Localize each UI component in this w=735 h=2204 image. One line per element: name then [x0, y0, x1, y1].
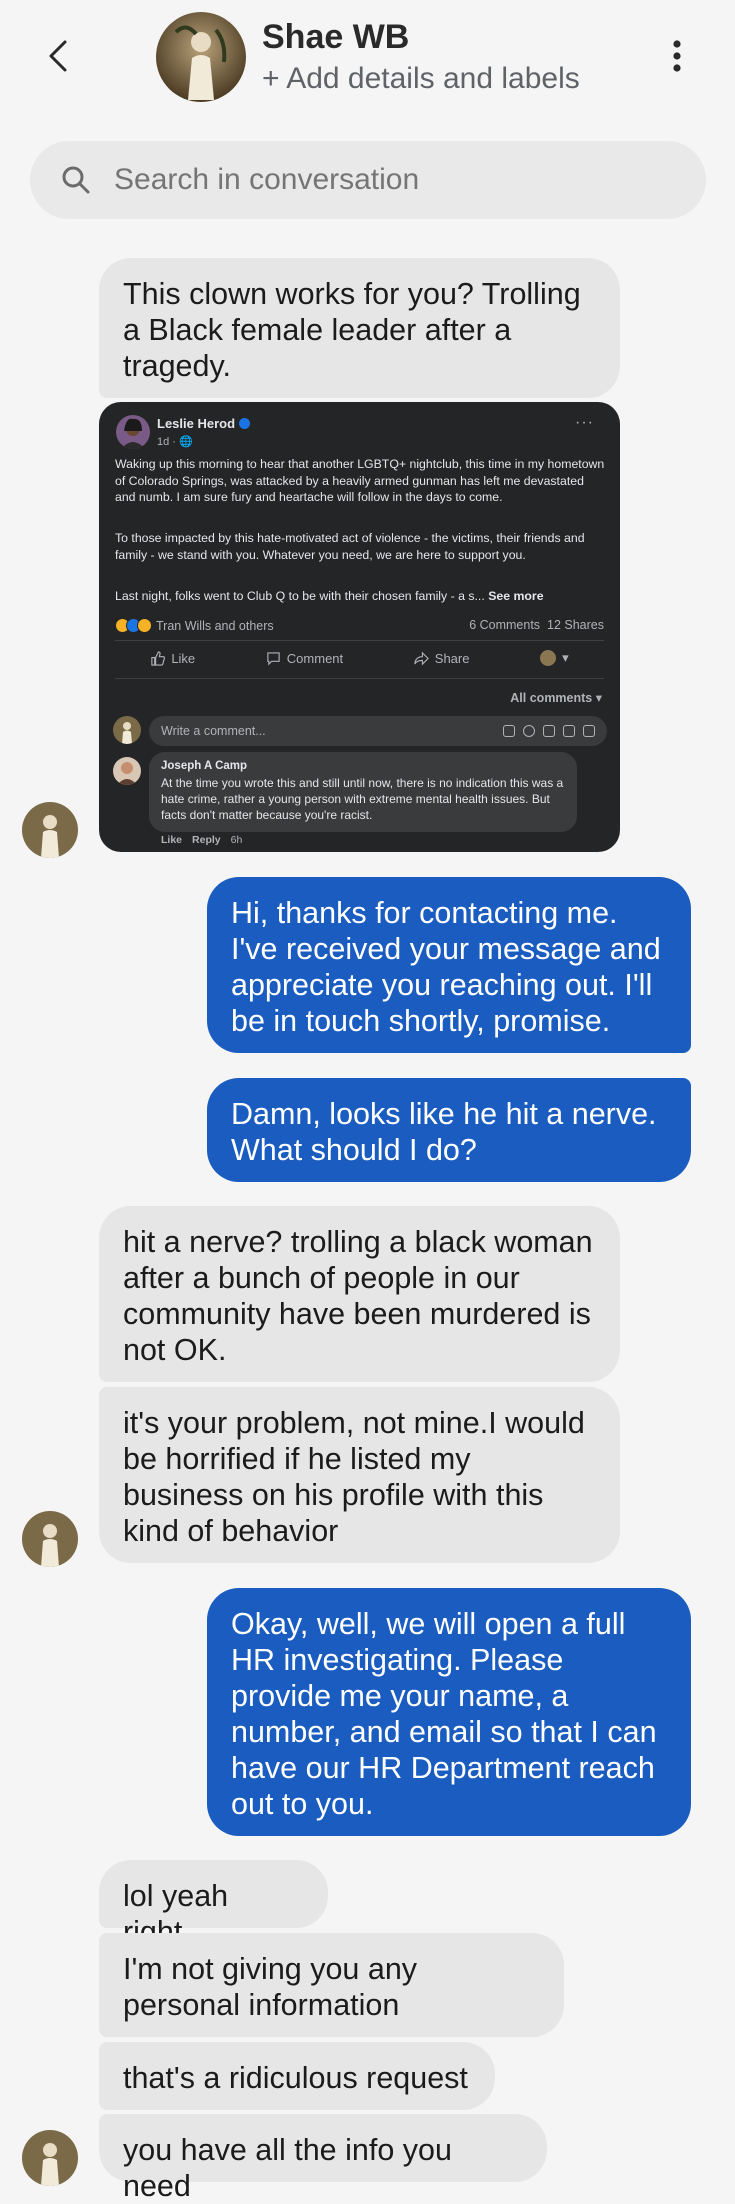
post-actions: Like Comment Share ▾: [115, 650, 604, 666]
contact-name[interactable]: Shae WB: [262, 18, 409, 57]
post-options-icon: ···: [575, 414, 594, 431]
comment-action: Comment: [266, 651, 343, 666]
shared-screenshot[interactable]: Leslie Herod 1d · 🌐 ··· Waking up this m…: [99, 402, 620, 852]
search-icon: [60, 164, 92, 196]
contact-avatar[interactable]: [156, 12, 246, 102]
back-button[interactable]: [38, 36, 78, 76]
engagement-counts: 6 Comments 12 Shares: [469, 618, 604, 632]
reaction-emoji-icons: [115, 618, 152, 633]
post-paragraph: Last night, folks went to Club Q to be w…: [115, 589, 544, 603]
sender-avatar[interactable]: [22, 802, 78, 858]
viewer-avatar: [113, 716, 141, 744]
search-bar[interactable]: [30, 141, 706, 219]
conversation-header: Shae WB + Add details and labels: [0, 0, 735, 126]
divider: [115, 678, 604, 679]
verified-badge-icon: [239, 418, 251, 429]
post-paragraph: Waking up this morning to hear that anot…: [115, 457, 605, 504]
incoming-message[interactable]: hit a nerve? trolling a black woman afte…: [99, 1206, 620, 1382]
share-icon: [414, 651, 429, 665]
vertical-dots-icon: [673, 40, 681, 72]
incoming-message[interactable]: it's your problem, not mine.I would be h…: [99, 1387, 620, 1563]
post-meta: 1d · 🌐: [157, 436, 193, 448]
add-details-link[interactable]: + Add details and labels: [262, 62, 580, 96]
incoming-message[interactable]: that's a ridiculous request: [99, 2042, 495, 2110]
comment-bubble: Joseph A Camp At the time you wrote this…: [149, 752, 577, 832]
audience-selector-icon: ▾: [540, 650, 569, 666]
outgoing-message[interactable]: Hi, thanks for contacting me. I've recei…: [207, 877, 691, 1053]
incoming-message[interactable]: you have all the info you need: [99, 2114, 547, 2203]
chevron-left-icon: [49, 40, 67, 72]
all-comments-filter: All comments ▾: [510, 691, 602, 705]
sender-avatar[interactable]: [22, 1511, 78, 1567]
write-comment-field: Write a comment...: [149, 716, 607, 746]
share-action: Share: [414, 651, 469, 666]
post-author: Leslie Herod: [157, 416, 251, 431]
reaction-summary: Tran Wills and others: [115, 618, 274, 633]
post-author-avatar: [116, 415, 150, 449]
more-options-button[interactable]: [662, 36, 692, 76]
sender-avatar[interactable]: [22, 2130, 78, 2186]
post-paragraph: To those impacted by this hate-motivated…: [115, 531, 585, 562]
comment-actions: Like Reply 6h: [161, 834, 243, 846]
outgoing-message[interactable]: Okay, well, we will open a full HR inves…: [207, 1588, 691, 1836]
incoming-message[interactable]: I'm not giving you any personal informat…: [99, 1933, 564, 2037]
comment-author: Joseph A Camp: [161, 760, 248, 772]
commenter-avatar: [113, 757, 141, 785]
divider: [115, 640, 604, 641]
comment-icon: [267, 651, 280, 665]
like-action: Like: [150, 651, 195, 666]
incoming-message[interactable]: This clown works for you? Trolling a Bla…: [99, 258, 620, 398]
incoming-message[interactable]: lol yeah right.: [99, 1860, 328, 1949]
comment-tool-icons: [503, 725, 595, 737]
reactors-text: Tran Wills and others: [156, 618, 274, 633]
thumbs-up-icon: [151, 650, 166, 666]
outgoing-message[interactable]: Damn, looks like he hit a nerve. What sh…: [207, 1078, 691, 1182]
comment-text: At the time you wrote this and still unt…: [161, 776, 564, 822]
search-input[interactable]: [114, 163, 674, 197]
see-more-link: See more: [488, 589, 544, 603]
